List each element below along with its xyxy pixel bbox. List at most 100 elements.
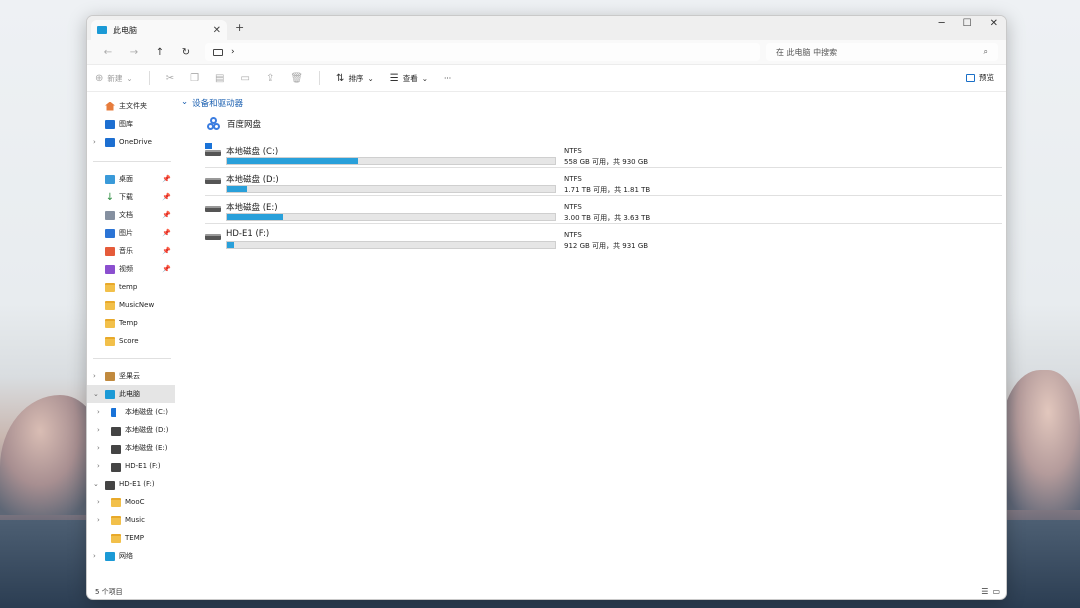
sidebar-item-drive-f[interactable]: › HD-E1 (F:) bbox=[87, 457, 175, 475]
pin-icon[interactable]: 📌 bbox=[162, 229, 171, 237]
new-tab-button[interactable]: + bbox=[235, 21, 244, 34]
preview-pane-button[interactable]: 预览 bbox=[966, 72, 994, 83]
sidebar-item-network[interactable]: › 网络 bbox=[87, 547, 175, 565]
sidebar-divider bbox=[93, 161, 171, 162]
tiles-view-icon[interactable]: ▭ bbox=[992, 587, 1000, 596]
sidebar-item-onedrive[interactable]: › OneDrive bbox=[87, 133, 175, 151]
tab-this-pc[interactable]: 此电脑 ✕ bbox=[91, 20, 227, 40]
sidebar-item-drive-d[interactable]: › 本地磁盘 (D:) bbox=[87, 421, 175, 439]
address-bar[interactable]: › bbox=[205, 43, 760, 61]
sidebar-item-pictures[interactable]: 图片 📌 bbox=[87, 224, 175, 242]
folder-icon bbox=[111, 515, 121, 525]
sidebar-item-label: Music bbox=[125, 516, 145, 524]
share-button[interactable]: ⇪ bbox=[266, 73, 274, 84]
sidebar-divider bbox=[93, 358, 171, 359]
copy-icon: ❐ bbox=[190, 72, 200, 84]
breadcrumb-chevron-icon[interactable]: › bbox=[231, 47, 235, 57]
sidebar-item-videos[interactable]: 视频 📌 bbox=[87, 260, 175, 278]
search-placeholder: 在 此电脑 中搜索 bbox=[776, 47, 838, 57]
pin-icon[interactable]: 📌 bbox=[162, 247, 171, 255]
item-count: 5 个项目 bbox=[95, 588, 123, 596]
chevron-down-icon[interactable]: ⌄ bbox=[93, 480, 99, 488]
pin-icon[interactable]: 📌 bbox=[162, 265, 171, 273]
view-label: 查看 bbox=[402, 73, 418, 83]
sidebar-item-downloads[interactable]: ↓ 下载 📌 bbox=[87, 188, 175, 206]
pin-icon[interactable]: 📌 bbox=[162, 211, 171, 219]
chevron-right-icon[interactable]: › bbox=[97, 444, 100, 452]
home-icon bbox=[105, 101, 115, 111]
chevron-right-icon[interactable]: › bbox=[93, 552, 96, 560]
sort-button[interactable]: ⇅ 排序 ⌄ bbox=[336, 73, 374, 84]
maximize-button[interactable]: ☐ bbox=[963, 18, 972, 29]
group-header[interactable]: ⌄ 设备和驱动器 bbox=[181, 97, 243, 109]
chevron-right-icon[interactable]: › bbox=[97, 498, 100, 506]
share-icon: ⇪ bbox=[265, 72, 275, 84]
chevron-down-icon[interactable]: ⌄ bbox=[93, 390, 99, 398]
search-input[interactable]: 在 此电脑 中搜索 ⌕ bbox=[766, 43, 998, 61]
drive-item-d[interactable]: 本地磁盘 (D:) NTFS 1.71 TB 可用，共 1.81 TB bbox=[205, 168, 1002, 196]
sidebar-item-score[interactable]: Score bbox=[87, 332, 175, 350]
copy-button[interactable]: ❐ bbox=[190, 73, 199, 84]
up-button[interactable]: ↑ bbox=[147, 47, 173, 58]
sidebar-item-gallery[interactable]: 图库 bbox=[87, 115, 175, 133]
sidebar-item-music-folder[interactable]: › Music bbox=[87, 511, 175, 529]
back-button[interactable]: ← bbox=[95, 47, 121, 58]
chevron-right-icon[interactable]: › bbox=[97, 426, 100, 434]
sidebar-item-this-pc[interactable]: ⌄ 此电脑 bbox=[87, 385, 175, 403]
sidebar-item-label: MusicNew bbox=[119, 301, 155, 309]
drive-filesystem: NTFS bbox=[564, 147, 582, 155]
new-button[interactable]: ⊕ 新建 ⌄ bbox=[95, 73, 133, 84]
minimize-button[interactable]: ─ bbox=[939, 18, 945, 29]
sidebar-item-label: HD-E1 (F:) bbox=[125, 462, 161, 470]
drive-name: HD-E1 (F:) bbox=[226, 229, 270, 239]
chevron-right-icon[interactable]: › bbox=[97, 408, 100, 416]
sidebar-item-musicnew[interactable]: MusicNew bbox=[87, 296, 175, 314]
view-button[interactable]: ☰ 查看 ⌄ bbox=[390, 73, 428, 84]
drive-icon bbox=[205, 234, 221, 240]
sidebar-item-label: 本地磁盘 (C:) bbox=[125, 408, 168, 416]
refresh-button[interactable]: ↻ bbox=[173, 47, 199, 58]
delete-button[interactable]: 🗑 bbox=[290, 73, 303, 84]
sidebar-item-desktop[interactable]: 桌面 📌 bbox=[87, 170, 175, 188]
sidebar-item-music[interactable]: 音乐 📌 bbox=[87, 242, 175, 260]
sidebar-item-mooc[interactable]: › MooC bbox=[87, 493, 175, 511]
drive-usage-bar bbox=[226, 213, 556, 221]
sidebar-item-drive-e[interactable]: › 本地磁盘 (E:) bbox=[87, 439, 175, 457]
windows-drive-icon bbox=[111, 407, 121, 417]
drive-icon bbox=[205, 178, 221, 184]
cut-button[interactable]: ✂ bbox=[166, 73, 174, 84]
drive-name: 本地磁盘 (E:) bbox=[226, 203, 278, 213]
pin-icon[interactable]: 📌 bbox=[162, 175, 171, 183]
desktop-wallpaper-dune bbox=[0, 395, 100, 515]
chevron-right-icon[interactable]: › bbox=[97, 462, 100, 470]
navigation-bar: ← → ↑ ↻ › 在 此电脑 中搜索 ⌕ bbox=[87, 40, 1006, 65]
sidebar-item-nutstore[interactable]: › 坚果云 bbox=[87, 367, 175, 385]
sidebar-item-hd-e1[interactable]: ⌄ HD-E1 (F:) bbox=[87, 475, 175, 493]
close-tab-icon[interactable]: ✕ bbox=[213, 25, 221, 36]
chevron-right-icon[interactable]: › bbox=[93, 372, 96, 380]
network-icon bbox=[105, 551, 115, 561]
sidebar-item-drive-c[interactable]: › 本地磁盘 (C:) bbox=[87, 403, 175, 421]
documents-icon bbox=[105, 210, 115, 220]
sidebar-item-temp2[interactable]: Temp bbox=[87, 314, 175, 332]
chevron-right-icon[interactable]: › bbox=[97, 516, 100, 524]
more-options-button[interactable]: ··· bbox=[444, 74, 451, 83]
drive-item-e[interactable]: 本地磁盘 (E:) NTFS 3.00 TB 可用，共 3.63 TB bbox=[205, 196, 1002, 224]
drive-item-c[interactable]: 本地磁盘 (C:) NTFS 558 GB 可用，共 930 GB bbox=[205, 140, 1002, 168]
pin-icon[interactable]: 📌 bbox=[162, 193, 171, 201]
sidebar-item-documents[interactable]: 文档 📌 bbox=[87, 206, 175, 224]
sidebar-item-label: 图库 bbox=[119, 120, 133, 128]
drive-name: 本地磁盘 (D:) bbox=[226, 175, 279, 185]
sidebar-item-temp-folder[interactable]: TEMP bbox=[87, 529, 175, 547]
sidebar-item-label: 音乐 bbox=[119, 247, 133, 255]
sidebar-item-temp[interactable]: temp bbox=[87, 278, 175, 296]
baidu-netdisk-item[interactable]: 百度网盘 bbox=[207, 117, 261, 131]
paste-button[interactable]: ▤ bbox=[215, 73, 224, 84]
sidebar-item-home[interactable]: 主文件夹 bbox=[87, 97, 175, 115]
chevron-right-icon[interactable]: › bbox=[93, 138, 96, 146]
details-view-icon[interactable]: ☰ bbox=[981, 587, 988, 596]
drive-item-f[interactable]: HD-E1 (F:) NTFS 912 GB 可用，共 931 GB bbox=[205, 224, 1002, 252]
close-window-button[interactable]: ✕ bbox=[990, 18, 998, 29]
rename-button[interactable]: ▭ bbox=[241, 73, 250, 84]
forward-button[interactable]: → bbox=[121, 47, 147, 58]
